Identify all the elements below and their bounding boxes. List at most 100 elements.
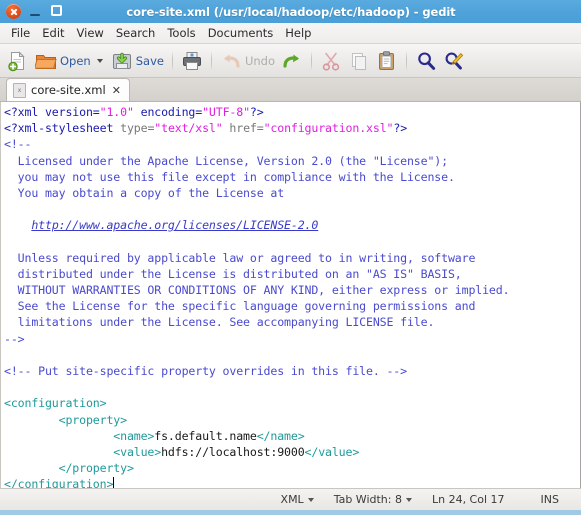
editor-line: <!-- [4, 136, 580, 152]
editor-line: Licensed under the Apache License, Versi… [4, 153, 580, 169]
editor-line: --> [4, 331, 580, 347]
code-token: <?xml-stylesheet [4, 121, 120, 135]
title-bar: core-site.xml (/usr/local/hadoop/etc/had… [0, 0, 581, 23]
tab-width-selector[interactable]: Tab Width: 8 [324, 493, 422, 506]
code-token: <value> [4, 445, 161, 459]
close-icon[interactable] [6, 4, 21, 19]
editor-line: <value>hdfs://localhost:9000</value> [4, 444, 580, 460]
tab-title: core-site.xml [31, 83, 106, 97]
code-token: "1.0" [100, 105, 134, 119]
undo-label: Undo [245, 54, 275, 68]
editor-line: <?xml version="1.0" encoding="UTF-8"?> [4, 104, 580, 120]
toolbar-separator-1 [172, 51, 173, 71]
undo-arrow-icon [220, 50, 242, 72]
paste-button[interactable] [373, 47, 401, 75]
code-token: hdfs://localhost:9000 [161, 445, 304, 459]
menu-documents[interactable]: Documents [202, 24, 280, 42]
language-selector[interactable]: XML [271, 493, 324, 506]
menu-view[interactable]: View [71, 24, 110, 42]
code-token: <name> [4, 429, 154, 443]
menu-search[interactable]: Search [110, 24, 162, 42]
code-token: You may obtain a copy of the License at [4, 186, 284, 200]
tab-width-chevron-down-icon [406, 498, 412, 502]
code-token: "configuration.xsl" [264, 121, 394, 135]
code-token: </value> [305, 445, 360, 459]
editor-line [4, 234, 580, 250]
undo-button[interactable]: Undo [217, 47, 278, 75]
editor-line: </property> [4, 460, 580, 476]
code-token [4, 218, 31, 232]
open-button[interactable]: Open [32, 47, 94, 75]
editor-scroll-area[interactable]: <?xml version="1.0" encoding="UTF-8"?><?… [0, 102, 581, 488]
code-token: <!-- Put site-specific property override… [4, 364, 407, 378]
scissors-icon [320, 50, 342, 72]
window-title: core-site.xml (/usr/local/hadoop/etc/had… [65, 5, 575, 19]
clipboard-paste-icon [376, 50, 398, 72]
code-token: limitations under the License. See accom… [4, 315, 434, 329]
code-token: </name> [257, 429, 305, 443]
code-token: "UTF-8" [202, 105, 250, 119]
code-token: <?xml version= [4, 105, 100, 119]
open-label: Open [60, 54, 91, 68]
printer-icon [181, 50, 203, 72]
code-token: </configuration> [4, 477, 113, 488]
insert-mode-indicator: INS [531, 493, 569, 506]
find-button[interactable] [412, 47, 440, 75]
language-chevron-down-icon [308, 498, 314, 502]
tab-core-site-xml[interactable]: x core-site.xml ✕ [6, 78, 130, 101]
redo-arrow-icon [281, 50, 303, 72]
editor-line: <name>fs.default.name</name> [4, 428, 580, 444]
open-folder-icon [35, 50, 57, 72]
code-token: http://www.apache.org/licenses/LICENSE-2… [31, 218, 318, 232]
minimize-icon[interactable] [28, 4, 43, 19]
code-token: WITHOUT WARRANTIES OR CONDITIONS OF ANY … [4, 283, 509, 297]
code-token: ?> [250, 105, 264, 119]
code-token: fs.default.name [154, 429, 256, 443]
save-disk-icon [111, 50, 133, 72]
code-token: </property> [4, 461, 134, 475]
editor-line: See the License for the specific languag… [4, 298, 580, 314]
menu-edit[interactable]: Edit [36, 24, 70, 42]
editor-line: WITHOUT WARRANTIES OR CONDITIONS OF ANY … [4, 282, 580, 298]
code-token: <configuration> [4, 396, 106, 410]
replace-button[interactable] [440, 47, 468, 75]
editor-line [4, 379, 580, 395]
editor-line [4, 201, 580, 217]
tab-close-icon[interactable]: ✕ [111, 85, 122, 96]
tab-bar: x core-site.xml ✕ [0, 78, 581, 102]
text-cursor [113, 477, 114, 488]
code-token: type= [120, 121, 154, 135]
xml-file-icon: x [13, 83, 26, 98]
editor-line: You may obtain a copy of the License at [4, 185, 580, 201]
magnifier-icon [415, 50, 437, 72]
cut-button[interactable] [317, 47, 345, 75]
editor-line: distributed under the License is distrib… [4, 266, 580, 282]
redo-button[interactable] [278, 47, 306, 75]
copy-button[interactable] [345, 47, 373, 75]
toolbar-separator-4 [406, 51, 407, 71]
gedit-window: core-site.xml (/usr/local/hadoop/etc/had… [0, 0, 581, 515]
open-dropdown-chevron-down-icon[interactable] [97, 59, 103, 63]
menu-bar: File Edit View Search Tools Documents He… [0, 23, 581, 44]
toolbar-separator-2 [211, 51, 212, 71]
code-token: encoding= [134, 105, 202, 119]
new-document-button[interactable] [4, 47, 32, 75]
editor-line: <!-- Put site-specific property override… [4, 363, 580, 379]
cursor-position: Ln 24, Col 17 [422, 493, 531, 506]
menu-help[interactable]: Help [279, 24, 317, 42]
menu-tools[interactable]: Tools [161, 24, 201, 42]
editor-line [4, 347, 580, 363]
editor-line: </configuration> [4, 476, 580, 488]
save-button[interactable]: Save [108, 47, 167, 75]
editor-line: <property> [4, 412, 580, 428]
text-editor[interactable]: <?xml version="1.0" encoding="UTF-8"?><?… [1, 102, 580, 488]
editor-line: <?xml-stylesheet type="text/xsl" href="c… [4, 120, 580, 136]
print-button[interactable] [178, 47, 206, 75]
desktop-strip [0, 510, 581, 515]
new-document-icon [7, 50, 29, 72]
status-bar: XML Tab Width: 8 Ln 24, Col 17 INS [0, 488, 581, 510]
editor-line: Unless required by applicable law or agr… [4, 250, 580, 266]
menu-file[interactable]: File [5, 24, 36, 42]
window-controls [6, 4, 65, 19]
maximize-icon[interactable] [50, 4, 65, 19]
